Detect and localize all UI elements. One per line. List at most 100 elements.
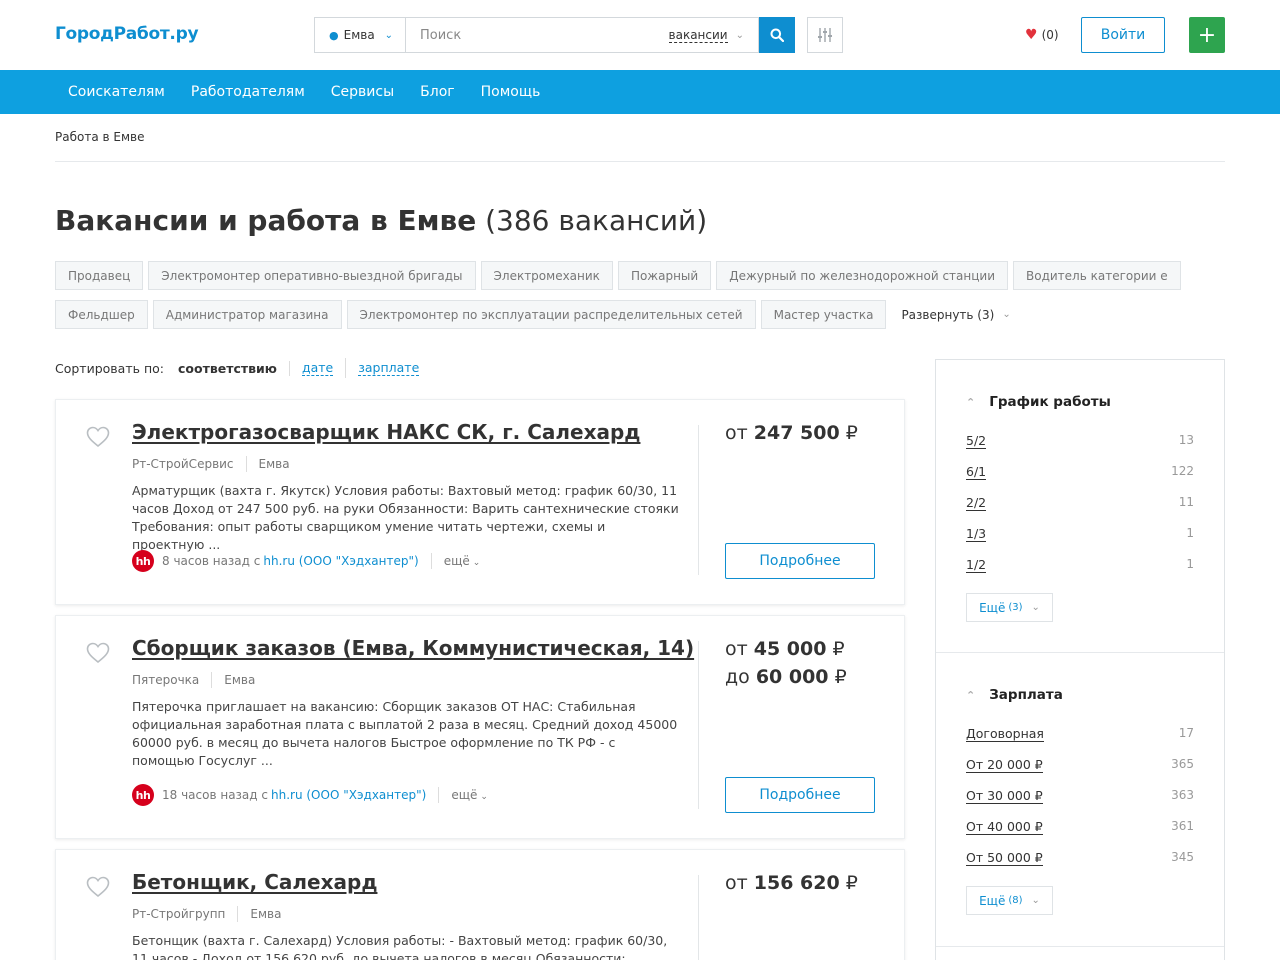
currency-sign: ₽ [834, 666, 847, 688]
header: ГородРабот.ру ● Емва ⌄ вакансии ⌄ ♥ (0) [0, 0, 1280, 70]
expand-tags-button[interactable]: Развернуть (3) ⌄ [891, 300, 1010, 329]
tag-item[interactable]: Продавец [55, 261, 144, 290]
vacancy-card: Электрогазосварщик НАКС СК, г. Салехард … [55, 399, 905, 605]
show-more-button[interactable]: Ещё (3) ⌄ [966, 593, 1053, 622]
filter-option[interactable]: От 50 000 ₽ 345 [966, 850, 1194, 866]
breadcrumb[interactable]: Работа в Емве [55, 130, 144, 144]
favorite-heart-icon[interactable] [86, 426, 110, 448]
salary-amount: 156 620 [753, 872, 840, 894]
filter-group-title: График работы [989, 394, 1111, 410]
city-selector[interactable]: ● Емва ⌄ [315, 18, 406, 52]
filter-group-header[interactable]: ⌃ Зарплата [966, 687, 1063, 703]
filter-option[interactable]: 5/2 13 [966, 433, 1194, 449]
more-dropdown[interactable]: ещё ⌄ [444, 554, 481, 568]
nav-item-services[interactable]: Сервисы [318, 84, 407, 100]
nav-item-help[interactable]: Помощь [468, 84, 554, 100]
vacancy-city: Емва [250, 907, 282, 921]
site-logo[interactable]: ГородРабот.ру [55, 24, 199, 44]
source-link[interactable]: hh.ru (ООО "Хэдхантер") [263, 554, 418, 568]
currency-sign: ₽ [845, 872, 858, 894]
card-divider [698, 425, 699, 575]
salary-amount: 60 000 [755, 666, 829, 688]
salary-amount: 45 000 [753, 638, 827, 660]
show-more-button[interactable]: Ещё (8) ⌄ [966, 886, 1053, 915]
filter-option[interactable]: От 40 000 ₽ 361 [966, 819, 1194, 835]
nav-item-blog[interactable]: Блог [407, 84, 467, 100]
filter-divider [936, 652, 1224, 653]
details-button[interactable]: Подробнее [725, 777, 875, 813]
filter-option[interactable]: 1/2 1 [966, 557, 1194, 573]
company-name[interactable]: Рт-Стройгрупп [132, 907, 225, 921]
tag-item[interactable]: Электромеханик [480, 261, 613, 290]
show-more-count: (3) [1008, 602, 1023, 613]
sort-separator [345, 358, 347, 378]
city-name: Емва [343, 28, 375, 42]
filter-group-header[interactable]: ⌃ График работы [966, 394, 1111, 410]
filter-option-count: 13 [1178, 433, 1194, 447]
filter-option-label: 2/2 [966, 495, 987, 511]
salary-prefix: до [725, 666, 750, 688]
favorite-heart-icon[interactable] [86, 876, 110, 898]
details-button[interactable]: Подробнее [725, 543, 875, 579]
filter-option-label: От 50 000 ₽ [966, 850, 1043, 866]
filter-option-count: 345 [1171, 850, 1194, 864]
filter-option[interactable]: От 30 000 ₽ 363 [966, 788, 1194, 804]
filter-option-label: Договорная [966, 726, 1044, 742]
hh-logo-icon: hh [132, 550, 154, 572]
meta-separator [211, 672, 213, 688]
chevron-down-icon: ⌄ [480, 792, 488, 802]
login-button[interactable]: Войти [1081, 17, 1165, 53]
vacancy-title-link[interactable]: Сборщик заказов (Емва, Коммунистическая,… [132, 636, 694, 660]
chevron-down-icon: ⌄ [1031, 602, 1040, 613]
filter-option[interactable]: 2/2 11 [966, 495, 1194, 511]
nav-item-jobseekers[interactable]: Соискателям [55, 84, 178, 100]
tag-item[interactable]: Электромонтер по эксплуатации распредели… [346, 300, 756, 329]
search-icon [770, 28, 784, 42]
favorites-link[interactable]: ♥ (0) [1025, 27, 1059, 43]
show-more-label: Ещё [979, 600, 1006, 615]
tag-item[interactable]: Фельдшер [55, 300, 148, 329]
source-link[interactable]: hh.ru (ООО "Хэдхантер") [271, 788, 426, 802]
vacancy-title-link[interactable]: Электрогазосварщик НАКС СК, г. Салехард [132, 420, 640, 444]
tag-item[interactable]: Пожарный [617, 261, 712, 290]
more-dropdown[interactable]: ещё ⌄ [451, 788, 488, 802]
vacancy-city: Емва [258, 457, 290, 471]
filter-option-label: 1/2 [966, 557, 987, 573]
sort-by-date[interactable]: дате [301, 360, 334, 376]
filter-option-count: 365 [1171, 757, 1194, 771]
posted-time: 8 часов назад с [162, 554, 261, 568]
filter-option-count: 1 [1186, 557, 1194, 571]
tag-item[interactable]: Мастер участка [760, 300, 887, 329]
salary-from: от 45 000 ₽ [725, 638, 845, 660]
filters-button[interactable] [807, 17, 843, 53]
search-input[interactable] [406, 18, 669, 52]
filter-option[interactable]: Договорная 17 [966, 726, 1194, 742]
vacancy-source: hh 18 часов назад с hh.ru (ООО "Хэдханте… [132, 784, 488, 806]
salary-from: от 156 620 ₽ [725, 872, 858, 894]
tag-item[interactable]: Дежурный по железнодорожной станции [716, 261, 1009, 290]
divider [55, 161, 1225, 162]
chevron-up-icon: ⌃ [966, 395, 976, 409]
related-tags: Продавец Электромонтер оперативно-выездн… [55, 261, 1235, 329]
filter-option[interactable]: От 20 000 ₽ 365 [966, 757, 1194, 773]
currency-sign: ₽ [832, 638, 845, 660]
vacancy-count: (386 вакансий) [485, 204, 708, 237]
salary-prefix: от [725, 872, 748, 894]
filter-option[interactable]: 6/1 122 [966, 464, 1194, 480]
favorite-heart-icon[interactable] [86, 642, 110, 664]
company-name[interactable]: Пятерочка [132, 673, 199, 687]
tag-item[interactable]: Электромонтер оперативно-выездной бригад… [148, 261, 476, 290]
search-type-selector[interactable]: вакансии ⌄ [668, 28, 758, 43]
add-vacancy-button[interactable]: + [1189, 17, 1225, 53]
sort-bar: Сортировать по: соответствию дате зарпла… [55, 358, 420, 378]
search-box: ● Емва ⌄ вакансии ⌄ [314, 17, 759, 53]
sort-by-salary[interactable]: зарплате [358, 360, 420, 376]
vacancy-title-link[interactable]: Бетонщик, Салехард [132, 870, 377, 894]
nav-item-employers[interactable]: Работодателям [178, 84, 318, 100]
company-name[interactable]: Рт-СтройСервис [132, 457, 234, 471]
search-button[interactable] [759, 17, 795, 53]
tag-item[interactable]: Администратор магазина [152, 300, 342, 329]
filter-option-label: 5/2 [966, 433, 987, 449]
filter-option[interactable]: 1/3 1 [966, 526, 1194, 542]
tag-item[interactable]: Водитель категории е [1013, 261, 1181, 290]
